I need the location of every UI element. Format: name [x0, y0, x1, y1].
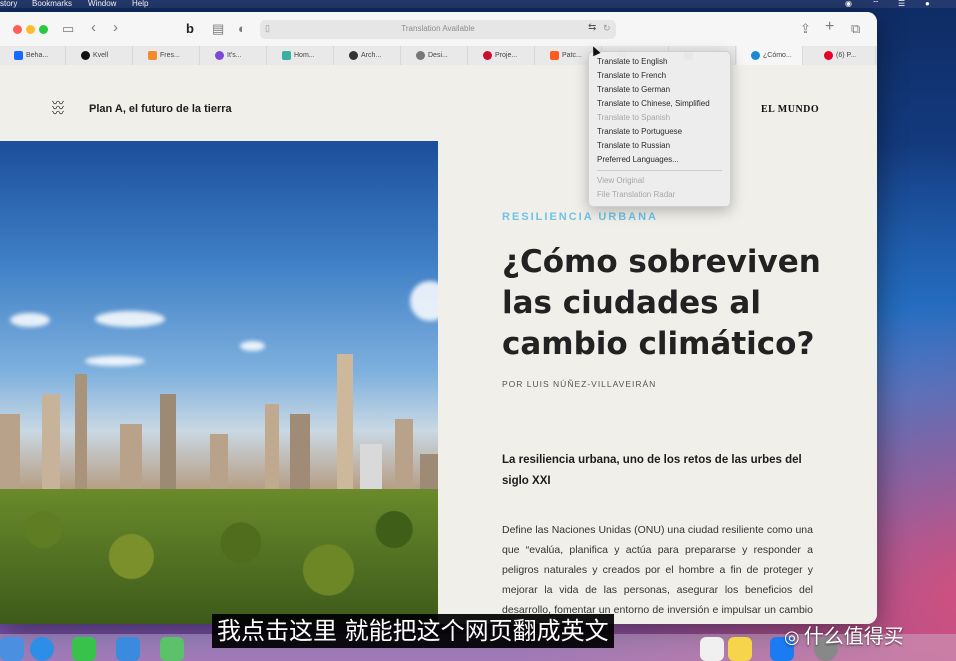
menu-item-bookmarks[interactable]: Bookmarks	[32, 0, 72, 8]
dock-notes-icon[interactable]	[728, 637, 752, 661]
safari-window: ▭ ‹ › b ▤ ◐ ▯ Translation Available ⇆ ↻ …	[0, 12, 877, 624]
zoom-button[interactable]	[39, 25, 48, 34]
favicon-icon	[550, 51, 559, 60]
dock-messages-icon[interactable]	[72, 637, 96, 661]
menu-separator	[597, 170, 722, 171]
hero-image	[0, 141, 438, 624]
dock-finder-icon[interactable]	[0, 637, 24, 661]
sidebar-icon[interactable]: ▭	[62, 22, 74, 35]
close-button[interactable]	[13, 25, 22, 34]
minimize-button[interactable]	[26, 25, 35, 34]
web-page: 〰〰〰 Plan A, el futuro de la tierra EL MU…	[0, 65, 877, 624]
forward-icon[interactable]: ›	[113, 20, 118, 35]
tab-7[interactable]: Proje...	[469, 46, 535, 65]
menu-item-translate-spanish: Translate to Spanish	[597, 113, 671, 122]
favicon-icon	[416, 51, 425, 60]
menu-item-translate-russian[interactable]: Translate to Russian	[597, 141, 670, 150]
menu-item-translate-french[interactable]: Translate to French	[597, 71, 666, 80]
new-tab-icon[interactable]: +	[825, 19, 834, 35]
wifi-icon[interactable]: ⌔	[872, 0, 880, 8]
tab-label: Kvell	[93, 52, 109, 59]
shield-icon[interactable]: ◐	[238, 22, 246, 35]
favicon-icon	[81, 51, 90, 60]
tab-label: Beha...	[26, 52, 49, 59]
toolbar: ▭ ‹ › b ▤ ◐ ▯ Translation Available ⇆ ↻ …	[0, 12, 877, 46]
menu-bar: story Bookmarks Window Help ◉ ⌔ ☰ ●	[0, 0, 956, 8]
reload-icon[interactable]: ↻	[603, 23, 611, 34]
tab-4[interactable]: Hom...	[268, 46, 334, 65]
tab-0[interactable]: Beha...	[0, 46, 66, 65]
article-subhead: La resiliencia urbana, uno de los retos …	[502, 454, 802, 487]
favicon-icon	[483, 51, 492, 60]
tab-3[interactable]: It's...	[201, 46, 267, 65]
back-icon[interactable]: ‹	[91, 20, 96, 35]
article-kicker: RESILIENCIA URBANA	[502, 211, 658, 223]
menu-item-translate-german[interactable]: Translate to German	[597, 85, 670, 94]
status-icon[interactable]: ◉	[845, 0, 852, 8]
tab-bar: Beha... Kvell Fres... It's... Hom... Arc…	[0, 46, 877, 66]
menu-item-window[interactable]: Window	[88, 0, 116, 8]
menu-item-history[interactable]: story	[0, 0, 17, 8]
address-text: Translation Available	[401, 24, 475, 33]
watermark: ◎ 什么值得买	[784, 620, 904, 649]
article-headline: ¿Cómo sobreviven las ciudades al cambio …	[502, 244, 821, 362]
globe-icon	[751, 51, 760, 60]
tab-label: ¿Cómo...	[763, 52, 792, 59]
menu-item-preferred-languages[interactable]: Preferred Languages...	[597, 155, 679, 164]
dock-numbers-icon[interactable]	[700, 637, 724, 661]
article-body: Define las Naciones Unidas (ONU) una ciu…	[502, 524, 813, 616]
tab-active[interactable]: ¿Cómo...	[737, 46, 803, 65]
menu-item-translate-english[interactable]: Translate to English	[597, 57, 667, 66]
dock-mail-icon[interactable]	[116, 637, 140, 661]
share-icon[interactable]: ⇪	[800, 22, 811, 35]
site-title[interactable]: Plan A, el futuro de la tierra	[89, 103, 232, 115]
siri-icon[interactable]: ●	[925, 0, 930, 8]
waves-logo-icon[interactable]: 〰〰〰	[52, 97, 64, 119]
menu-item-translate-portuguese[interactable]: Translate to Portuguese	[597, 127, 682, 136]
tab-2[interactable]: Fres...	[134, 46, 200, 65]
menu-item-translate-chinese[interactable]: Translate to Chinese, Simplified	[597, 99, 710, 108]
reader-icon[interactable]: ▤	[212, 22, 224, 35]
dock-safari-icon[interactable]	[30, 637, 54, 661]
favicon-icon	[14, 51, 23, 60]
control-center-icon[interactable]: ☰	[898, 0, 905, 8]
pinterest-icon	[824, 51, 833, 60]
tab-label: Patc...	[562, 52, 582, 59]
tab-5[interactable]: Arch...	[335, 46, 401, 65]
translate-menu: Translate to English Translate to French…	[588, 51, 731, 207]
favicon-icon	[215, 51, 224, 60]
translate-icon[interactable]: ⇆	[588, 22, 596, 33]
tab-label: Hom...	[294, 52, 315, 59]
menu-item-translation-radar: File Translation Radar	[597, 190, 676, 199]
tab-1[interactable]: Kvell	[67, 46, 133, 65]
menu-item-view-original: View Original	[597, 176, 644, 185]
watermark-text: 什么值得买	[803, 624, 904, 648]
tab-overview-icon[interactable]: ⧉	[851, 22, 860, 35]
tab-12[interactable]: (6) P...	[810, 46, 876, 65]
watermark-icon: ◎	[784, 627, 800, 648]
dock-maps-icon[interactable]	[160, 637, 184, 661]
tab-6[interactable]: Desi...	[402, 46, 468, 65]
menu-item-help[interactable]: Help	[132, 0, 148, 8]
favicon-icon	[148, 51, 157, 60]
tab-label: Desi...	[428, 52, 448, 59]
address-bar[interactable]: ▯ Translation Available ⇆ ↻	[260, 20, 616, 39]
tab-label: Fres...	[160, 52, 180, 59]
video-subtitle: 我点击这里 就能把这个网页翻成英文	[212, 614, 614, 648]
brand-logo[interactable]: EL MUNDO	[761, 104, 819, 115]
tab-label: It's...	[227, 52, 242, 59]
favicon-icon	[282, 51, 291, 60]
tab-label: Proje...	[495, 52, 518, 59]
tab-label: (6) P...	[836, 52, 857, 59]
extension-icon[interactable]: b	[186, 22, 194, 35]
favicon-icon	[349, 51, 358, 60]
tab-label: Arch...	[361, 52, 382, 59]
article-byline: POR LUIS NÚÑEZ-VILLAVEIRÁN	[502, 379, 657, 389]
